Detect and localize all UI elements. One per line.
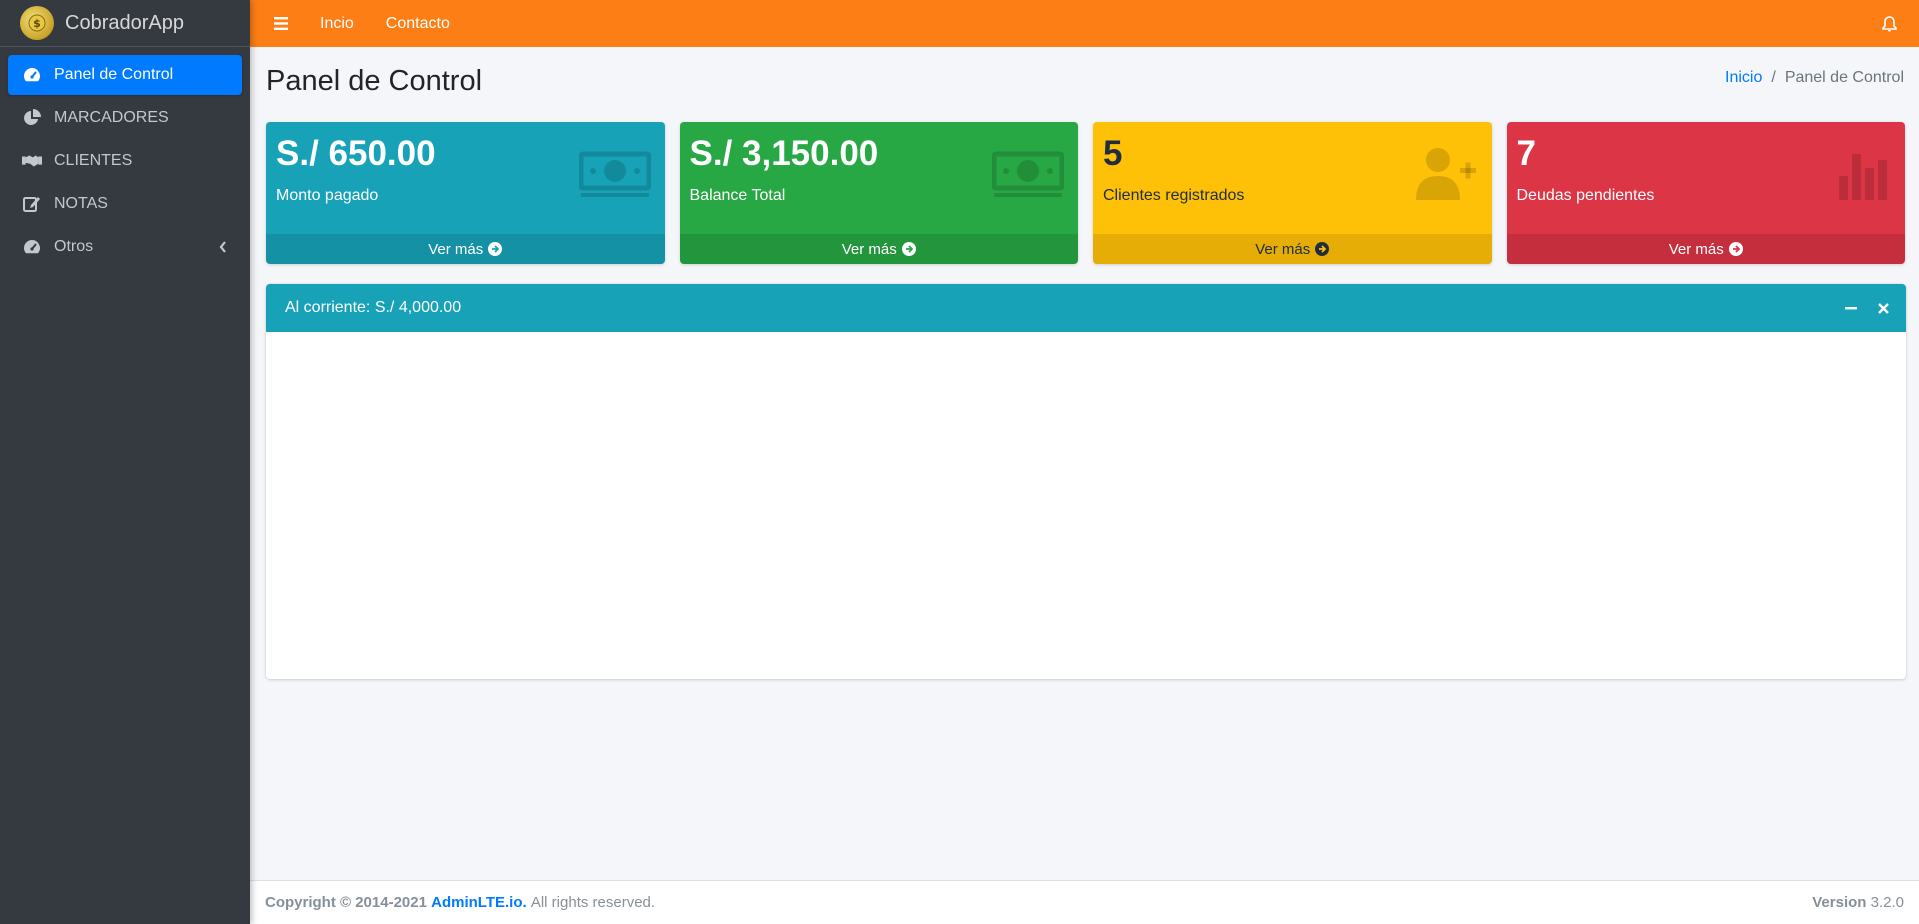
al-corriente-card: Al corriente: S./ 4,000.00	[266, 284, 1906, 679]
money-bill-icon	[578, 151, 651, 197]
nav-link-inicio[interactable]: Incio	[304, 0, 370, 47]
nav-link-contacto[interactable]: Contacto	[370, 0, 466, 47]
stat-cards: S./ 650.00 Monto pagado Ver más S./ 3,15…	[266, 122, 1905, 264]
copyright-text: Copyright © 2014-2021	[265, 894, 427, 911]
main-footer: Copyright © 2014-2021 AdminLTE.io. All r…	[250, 880, 1919, 924]
chart-pie-icon	[22, 108, 42, 128]
ver-mas-link[interactable]: Ver más	[1093, 234, 1492, 264]
version-info: Version 3.2.0	[1812, 894, 1904, 911]
stat-value: S./ 3,150.00	[689, 134, 879, 173]
sidebar-item-notas[interactable]: NOTAS	[8, 184, 242, 224]
stat-label: Deudas pendientes	[1516, 187, 1655, 204]
sidebar: $ CobradorApp Panel de Control MARCADORE…	[0, 0, 250, 924]
stat-card-clientes-registrados: 5 Clientes registrados Ver más	[1093, 122, 1492, 264]
remove-button[interactable]	[1870, 295, 1896, 321]
card-header: Al corriente: S./ 4,000.00	[266, 284, 1906, 332]
sidebar-item-marcadores[interactable]: MARCADORES	[8, 98, 242, 138]
sidebar-item-panel-de-control[interactable]: Panel de Control	[8, 55, 242, 95]
stat-value: 5	[1103, 134, 1123, 173]
top-navbar: Incio Contacto	[250, 0, 1919, 47]
card-tools	[1838, 284, 1896, 332]
stat-value: S./ 650.00	[276, 134, 436, 173]
ver-mas-link[interactable]: Ver más	[679, 234, 1078, 264]
breadcrumb-home-link[interactable]: Inicio	[1725, 69, 1762, 87]
version-number: 3.2.0	[1870, 894, 1904, 911]
brand-logo: $	[20, 6, 54, 40]
arrow-circle-right-icon	[488, 242, 503, 256]
stat-card-deudas-pendientes: 7 Deudas pendientes Ver más	[1506, 122, 1905, 264]
stat-card-balance-total: S./ 3,150.00 Balance Total Ver más	[679, 122, 1078, 264]
sidebar-item-label: NOTAS	[54, 195, 108, 212]
sidebar-item-label: MARCADORES	[54, 109, 169, 126]
sidebar-item-otros[interactable]: Otros	[8, 227, 242, 267]
stat-label: Monto pagado	[276, 187, 379, 204]
notifications-button[interactable]	[1882, 0, 1897, 47]
coin-icon: $	[28, 14, 46, 32]
bar-chart-icon	[1839, 154, 1887, 200]
sidebar-nav: Panel de Control MARCADORES CLIENTES NOT…	[0, 47, 250, 278]
adminlte-link[interactable]: AdminLTE.io.	[431, 894, 527, 911]
brand-name: CobradorApp	[65, 11, 184, 34]
stat-value: 7	[1516, 134, 1536, 173]
sidebar-item-label: CLIENTES	[54, 152, 133, 169]
content-wrapper: Panel de Control Inicio / Panel de Contr…	[250, 47, 1919, 880]
handshake-icon	[22, 151, 42, 171]
ver-mas-label: Ver más	[428, 240, 484, 258]
breadcrumb: Inicio / Panel de Control	[1725, 69, 1904, 87]
svg-text:$: $	[33, 17, 41, 30]
breadcrumb-current: Panel de Control	[1784, 69, 1904, 86]
arrow-circle-right-icon	[1728, 242, 1743, 256]
sidebar-item-clientes[interactable]: CLIENTES	[8, 141, 242, 181]
rights-text: All rights reserved.	[530, 894, 656, 911]
bars-icon	[274, 17, 288, 30]
sidebar-item-label: Panel de Control	[54, 66, 174, 83]
ver-mas-label: Ver más	[1255, 240, 1311, 258]
stat-label: Clientes registrados	[1103, 187, 1245, 204]
tachometer-icon	[22, 237, 42, 257]
page-title: Panel de Control	[266, 65, 483, 97]
arrow-circle-right-icon	[901, 242, 916, 256]
arrow-circle-right-icon	[1315, 242, 1330, 256]
card-title: Al corriente: S./ 4,000.00	[285, 299, 462, 316]
stat-label: Balance Total	[689, 187, 786, 204]
bell-icon	[1882, 15, 1897, 31]
version-label: Version	[1812, 894, 1867, 911]
menu-toggle-button[interactable]	[250, 0, 304, 47]
stat-card-monto-pagado: S./ 650.00 Monto pagado Ver más	[266, 122, 665, 264]
ver-mas-label: Ver más	[841, 240, 897, 258]
close-icon	[1877, 302, 1889, 314]
ver-mas-link[interactable]: Ver más	[266, 234, 665, 264]
ver-mas-label: Ver más	[1668, 240, 1724, 258]
chevron-left-icon	[219, 241, 226, 253]
user-plus-icon	[1415, 148, 1476, 200]
tachometer-icon	[22, 65, 42, 85]
edit-icon	[22, 194, 42, 214]
sidebar-item-label: Otros	[54, 238, 94, 255]
collapse-button[interactable]	[1838, 295, 1864, 321]
brand-link[interactable]: $ CobradorApp	[0, 0, 250, 47]
breadcrumb-separator: /	[1771, 69, 1776, 86]
money-bill-icon	[992, 151, 1064, 197]
minus-icon	[1845, 307, 1857, 310]
ver-mas-link[interactable]: Ver más	[1506, 234, 1905, 264]
